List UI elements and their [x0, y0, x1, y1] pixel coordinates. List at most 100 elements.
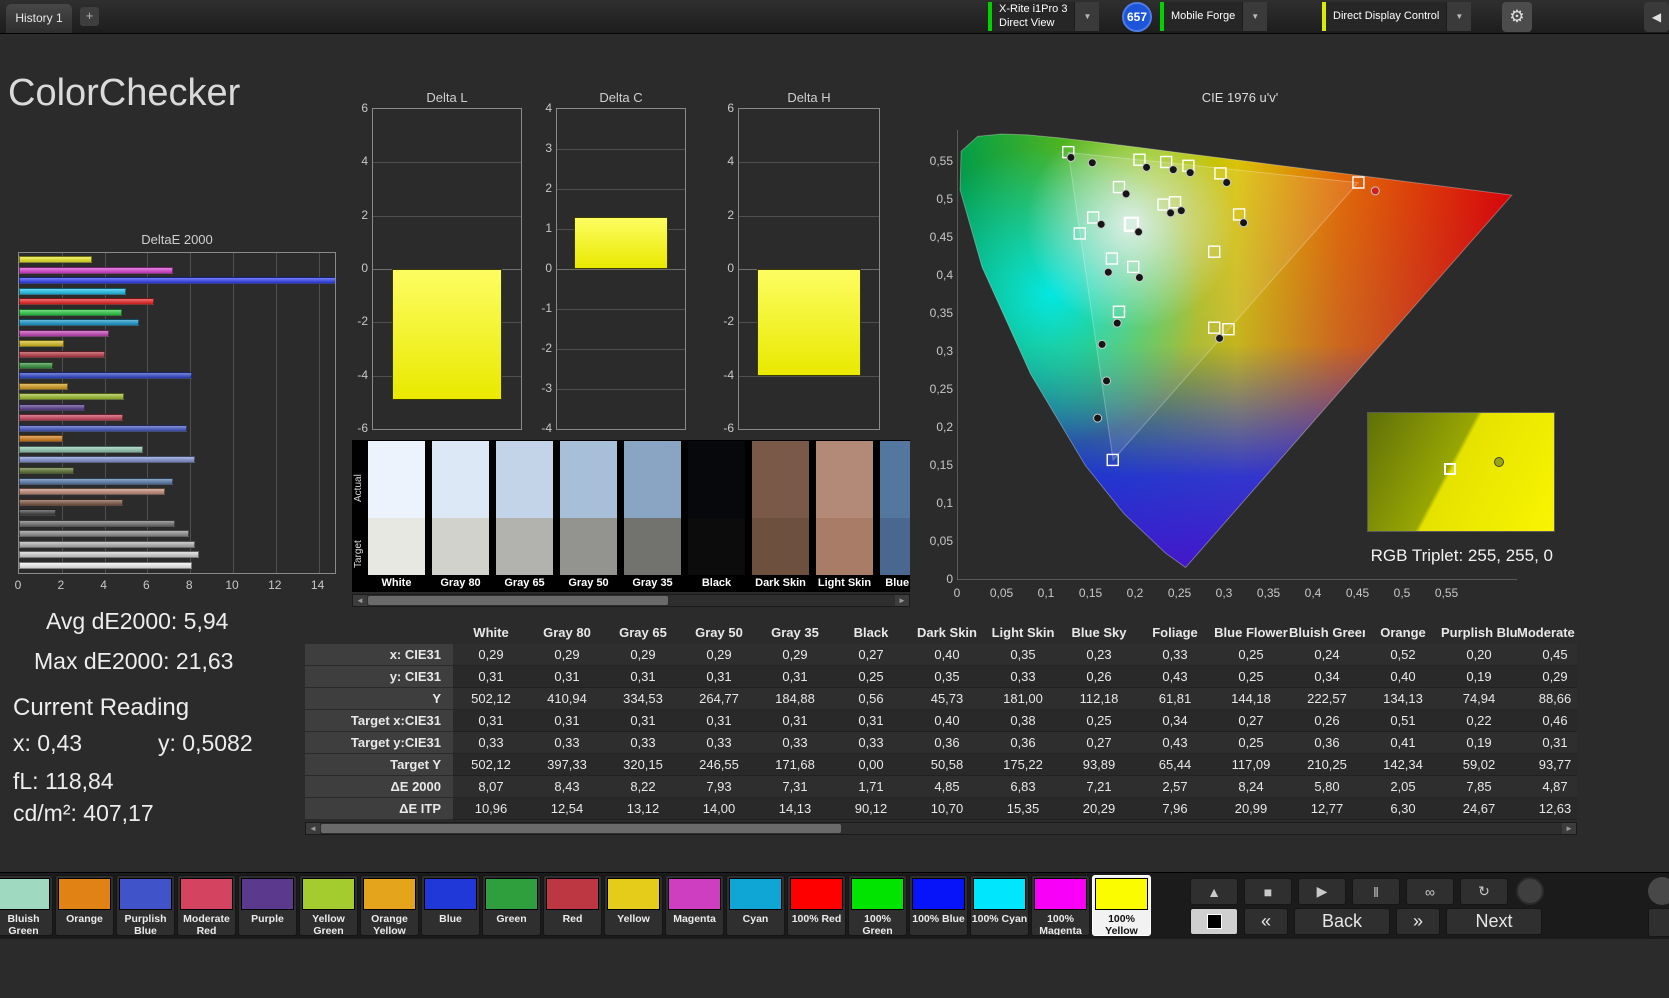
add-tab-button[interactable]: + [80, 7, 99, 26]
cie-target-square [1444, 463, 1456, 475]
swatch-strip: ActualTargetWhiteGray 80Gray 65Gray 50Gr… [352, 440, 910, 592]
gridline [739, 376, 879, 377]
patch-button-100-blue[interactable]: 100% Blue [909, 875, 968, 936]
swatch-name: Gray 35 [624, 575, 681, 592]
patch-button-100-red[interactable]: 100% Red [787, 875, 846, 936]
axis-tick-label: 2 [712, 208, 734, 222]
axis-tick-label: 8 [177, 578, 201, 592]
skip-back-button[interactable]: « [1244, 908, 1288, 935]
stop-button[interactable]: ■ [1244, 878, 1292, 905]
chevron-down-icon[interactable]: ▼ [1242, 2, 1267, 31]
history-tab[interactable]: History 1 [6, 4, 72, 33]
patch-button-yellow[interactable]: Yellow [604, 875, 663, 936]
patch-button-red[interactable]: Red [543, 875, 602, 936]
table-cell: 12,63 [1517, 798, 1577, 820]
patch-button-cyan[interactable]: Cyan [726, 875, 785, 936]
actual-row-label: Actual [353, 448, 366, 528]
patch-button-orange-yellow[interactable]: Orange Yellow [360, 875, 419, 936]
swatch-name: Gray 65 [496, 575, 553, 592]
patch-button-green[interactable]: Green [482, 875, 541, 936]
patch-label: Yellow [605, 912, 662, 925]
gridline [373, 216, 521, 217]
eject-button[interactable]: ▲ [1190, 878, 1238, 905]
patch-button-100-magenta[interactable]: 100% Magenta [1031, 875, 1090, 936]
round-button[interactable] [1648, 877, 1669, 905]
patch-button-blue[interactable]: Blue [421, 875, 480, 936]
axis-tick-label: -2 [712, 314, 734, 328]
delta-value-bar [574, 217, 669, 269]
patch-button-moderate-red[interactable]: Moderate Red [177, 875, 236, 936]
cie-measured-point [1177, 207, 1185, 215]
column-header: White [453, 622, 529, 644]
pattern-window-button[interactable] [1190, 908, 1238, 935]
color-chip [485, 878, 538, 910]
axis-tick-label: 0,5 [1382, 586, 1422, 600]
next-button[interactable]: Next [1446, 908, 1542, 935]
table-cell: 0,34 [1137, 710, 1213, 732]
table-cell: 2,05 [1365, 776, 1441, 798]
scrollbar-thumb[interactable] [321, 824, 841, 833]
table-cell: 181,00 [985, 688, 1061, 710]
table-cell: 10,70 [909, 798, 985, 820]
patch-button-magenta[interactable]: Magenta [665, 875, 724, 936]
patch-button-purple[interactable]: Purple [238, 875, 297, 936]
patch-button-100-yellow[interactable]: 100% Yellow [1092, 875, 1151, 936]
patch-button-100-cyan[interactable]: 100% Cyan [970, 875, 1029, 936]
scroll-left-icon[interactable]: ◄ [306, 823, 320, 834]
collapse-panel-icon[interactable]: ◀ [1644, 2, 1669, 32]
gear-icon[interactable]: ⚙ [1502, 2, 1532, 32]
swatch-name: Dark Skin [752, 575, 809, 592]
table-cell: 0,29 [1517, 666, 1577, 688]
swatch-target [880, 518, 910, 575]
deltae-bar [19, 404, 85, 411]
table-cell: 8,07 [453, 776, 529, 798]
chevron-down-icon[interactable]: ▼ [1446, 2, 1471, 31]
patch-button-100-green[interactable]: 100% Green [848, 875, 907, 936]
back-button[interactable]: Back [1294, 908, 1390, 935]
table-cell: 88,66 [1517, 688, 1577, 710]
scrollbar-thumb[interactable] [368, 596, 668, 605]
round-button[interactable] [1516, 877, 1544, 905]
scroll-right-icon[interactable]: ► [1562, 823, 1576, 834]
continuous-button[interactable]: ∞ [1406, 878, 1454, 905]
table-scrollbar[interactable]: ◄ ► [305, 822, 1577, 835]
refresh-button[interactable]: ↻ [1460, 878, 1508, 905]
swatch-target [560, 518, 617, 575]
table-cell: 8,43 [529, 776, 605, 798]
play-button[interactable]: ▶ [1298, 878, 1346, 905]
swatch-scrollbar[interactable]: ◄ ► [352, 594, 910, 607]
gridline [557, 269, 685, 270]
table-cell: 264,77 [681, 688, 757, 710]
scroll-left-icon[interactable]: ◄ [353, 595, 367, 606]
cie-measured-point [1113, 319, 1121, 327]
patch-button-yellow-green[interactable]: Yellow Green [299, 875, 358, 936]
patch-button-orange[interactable]: Orange [55, 875, 114, 936]
deltae-bar [19, 319, 139, 326]
swatch-column: Gray 50 [560, 441, 617, 592]
deltae-bar [19, 499, 123, 506]
scroll-right-icon[interactable]: ► [895, 595, 909, 606]
cie-measured-point [1097, 220, 1105, 228]
delta-c-title: Delta C [556, 90, 686, 105]
table-cell: 0,25 [1061, 710, 1137, 732]
axis-tick-label: -4 [712, 368, 734, 382]
deltae-bar [19, 277, 336, 284]
patch-label: Yellow Green [300, 912, 357, 936]
patch-button-purplish-blue[interactable]: Purplish Blue [116, 875, 175, 936]
swatch-target [688, 518, 745, 575]
swatch-name: Gray 50 [560, 575, 617, 592]
display-control-selector[interactable]: Direct Display Control ▼ [1322, 2, 1471, 31]
patch-button-bluish-green[interactable]: Bluish Green [0, 875, 53, 936]
cie-measured-point [1094, 414, 1102, 422]
table-cell: 0,38 [985, 710, 1061, 732]
source-selector[interactable]: Mobile Forge ▼ [1160, 2, 1267, 31]
table-cell: 12,77 [1289, 798, 1365, 820]
pause-button[interactable]: ‖ [1352, 878, 1400, 905]
table-cell: 0,33 [605, 732, 681, 754]
clipped-button[interactable] [1648, 908, 1669, 937]
chevron-down-icon[interactable]: ▼ [1074, 2, 1099, 31]
meter-selector[interactable]: X-Rite i1Pro 3 Direct View ▼ [988, 2, 1099, 31]
skip-forward-button[interactable]: » [1396, 908, 1440, 935]
column-header: Gray 65 [605, 622, 681, 644]
deltae-bar [19, 509, 56, 516]
